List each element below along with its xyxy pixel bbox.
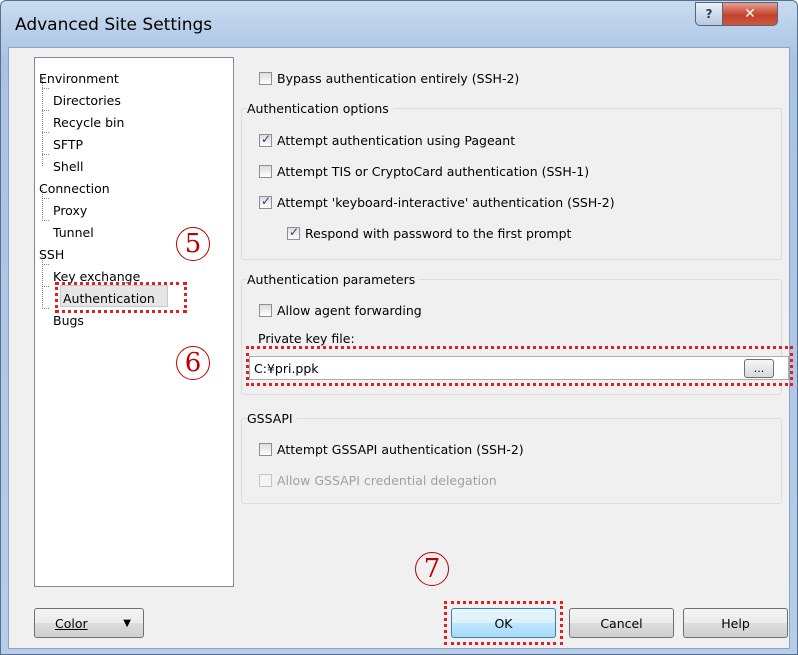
tree-connector [42,264,49,265]
auth-params-title: Authentication parameters [247,272,420,287]
help-caption-button[interactable]: ? [695,2,723,26]
dialog-client-area: Environment Directories Recycle bin SFTP… [8,47,793,649]
agent-forwarding-checkbox[interactable] [259,304,272,317]
gssapi-delegation-label: Allow GSSAPI credential delegation [277,473,497,488]
tree-item-proxy[interactable]: Proxy [53,203,87,218]
tree-connector [42,286,49,287]
gssapi-delegation-checkbox[interactable] [259,474,272,487]
help-button[interactable]: Help [683,608,788,638]
close-icon: ✕ [744,6,756,22]
tree-item-shell[interactable]: Shell [53,159,84,174]
tree-connector [42,110,49,111]
private-key-label: Private key file: [258,331,355,346]
color-button[interactable]: Color ▼ [34,608,144,638]
bypass-auth-checkbox[interactable] [259,72,272,85]
tree-connector [42,88,49,89]
tree-item-directories[interactable]: Directories [53,93,121,108]
window-title: Advanced Site Settings [15,15,213,35]
tree-item-recycle-bin[interactable]: Recycle bin [53,115,124,130]
keyboard-interactive-checkbox[interactable] [259,194,272,209]
tis-checkbox[interactable] [259,165,272,178]
respond-password-label: Respond with password to the first promp… [305,226,572,241]
respond-password-checkbox[interactable] [287,225,300,240]
highlight-ok [444,601,563,645]
tree-item-sftp[interactable]: SFTP [53,137,83,152]
dialog-window: Advanced Site Settings ? ✕ Environment D… [0,0,798,655]
tree-connector [42,78,43,166]
step-6-marker: 6 [176,346,210,380]
tis-label: Attempt TIS or CryptoCard authentication… [277,164,590,179]
dropdown-arrow-icon: ▼ [123,617,131,629]
tree-connector [42,132,49,133]
close-button[interactable]: ✕ [722,2,778,26]
tree-connector [42,198,49,199]
pageant-label: Attempt authentication using Pageant [277,133,516,148]
highlight-authentication [55,282,187,313]
tree-item-tunnel[interactable]: Tunnel [53,225,94,240]
gssapi-checkbox[interactable] [259,443,272,456]
tree-item-connection[interactable]: Connection [39,181,110,196]
settings-tree[interactable]: Environment Directories Recycle bin SFTP… [34,57,234,587]
gssapi-label: Attempt GSSAPI authentication (SSH-2) [277,442,524,457]
keyboard-interactive-label: Attempt 'keyboard-interactive' authentic… [277,195,615,210]
highlight-private-key [246,346,793,386]
pageant-checkbox[interactable] [259,132,272,147]
tree-connector [42,220,49,221]
tree-connector [42,154,49,155]
tree-item-environment[interactable]: Environment [39,71,119,86]
tree-connector [42,254,43,309]
agent-forwarding-label: Allow agent forwarding [277,303,422,318]
step-7-marker: 7 [415,552,449,586]
auth-options-title: Authentication options [247,101,393,116]
bypass-auth-label: Bypass authentication entirely (SSH-2) [277,71,520,86]
color-button-label: Color [55,615,88,631]
question-icon: ? [705,7,713,21]
tree-item-bugs[interactable]: Bugs [53,313,84,328]
step-5-marker: 5 [176,227,210,261]
gssapi-group [241,418,782,504]
gssapi-title: GSSAPI [247,411,297,426]
tree-connector [42,308,49,309]
cancel-button[interactable]: Cancel [569,608,674,638]
title-bar[interactable]: Advanced Site Settings ? ✕ [1,1,797,47]
tree-item-ssh[interactable]: SSH [39,247,64,262]
